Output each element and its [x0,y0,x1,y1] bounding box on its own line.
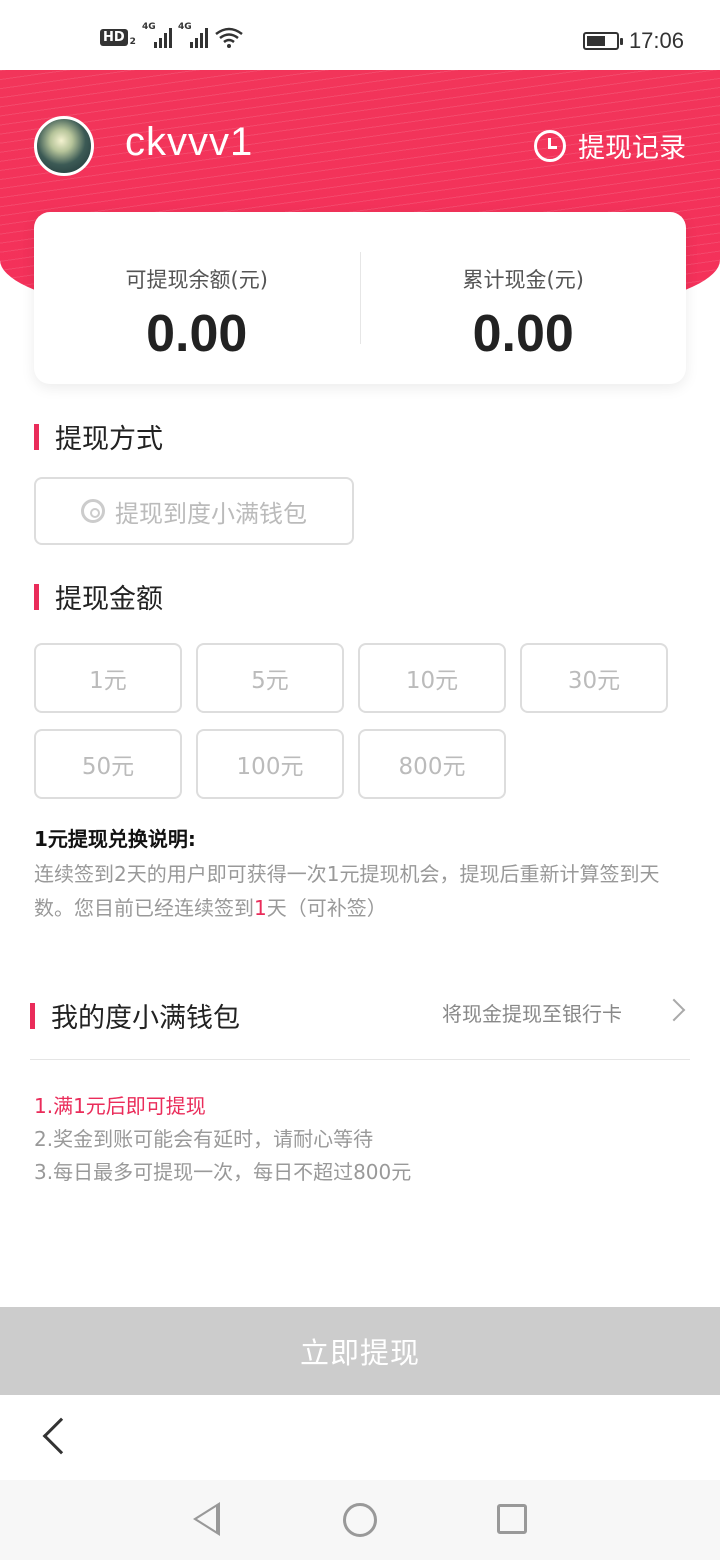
network-type-2: 4G [177,22,192,32]
total-cash: 累计现金(元) 0.00 [361,212,687,384]
clock-time: 17:06 [628,28,684,53]
withdraw-history-button[interactable]: 提现记录 [534,126,686,165]
wallet-row[interactable]: 我的度小满钱包 将现金提现至银行卡 [30,980,690,1060]
total-cash-value: 0.00 [472,305,574,363]
rule-item: 2.奖金到账可能会有延时，请耐心等待 [34,1127,374,1151]
nav-home-icon[interactable] [343,1503,377,1537]
method-title-text: 提现方式 [55,424,163,455]
section-accent-bar [34,423,39,450]
wallet-method-label: 提现到度小满钱包 [115,499,307,528]
withdraw-now-button[interactable]: 立即提现 [0,1307,720,1395]
clock-icon [534,129,566,162]
signal-icon: 4G [142,22,172,48]
username: ckvvv1 [125,120,254,164]
amount-option-10[interactable]: 10元 [358,643,506,713]
section-accent-bar [34,583,39,610]
amount-option-30[interactable]: 30元 [520,643,668,713]
withdrawable-label: 可提现余额(元) [125,268,268,292]
amount-option-5[interactable]: 5元 [196,643,344,713]
network-type-1: 4G [141,22,156,32]
system-nav-bar [0,1480,720,1560]
battery-icon [582,32,623,50]
amount-option-1[interactable]: 1元 [34,643,182,713]
network-indicators: HD 2 4G 4G [100,22,244,48]
back-arrow-icon[interactable] [42,1417,80,1455]
avatar[interactable] [34,116,94,176]
withdrawable-balance: 可提现余额(元) 0.00 [34,212,360,384]
chevron-right-icon [662,998,686,1022]
balance-card: 可提现余额(元) 0.00 累计现金(元) 0.00 [34,212,686,384]
amount-option-800[interactable]: 800元 [358,729,506,799]
status-right: 17:06 [582,28,684,54]
amount-option-100[interactable]: 100元 [196,729,344,799]
amount-option-50[interactable]: 50元 [34,729,182,799]
hd-sub: 2 [129,37,136,47]
wallet-logo-icon [81,499,105,523]
amount-section-title: 提现金额 [34,577,163,616]
method-section-title: 提现方式 [34,417,163,456]
amount-title-text: 提现金额 [55,584,163,615]
nav-back-icon[interactable] [193,1502,220,1536]
nav-recents-icon[interactable] [497,1504,527,1534]
wallet-section-title: 我的度小满钱包 [30,996,240,1035]
hd-badge: HD [100,28,128,46]
exchange-note-body: 连续签到2天的用户即可获得一次1元提现机会，提现后重新计算签到天数。您目前已经连… [34,857,694,925]
section-accent-bar [30,1002,35,1029]
wallet-title-text: 我的度小满钱包 [51,1003,240,1034]
signin-days: 1 [254,896,267,920]
signal-icon-2: 4G [178,22,208,48]
rule-item: 1.满1元后即可提现 [34,1094,206,1118]
exchange-note-title: 1元提现兑换说明: [34,827,196,851]
rules-list: 1.满1元后即可提现 2.奖金到账可能会有延时，请耐心等待 3.每日最多可提现一… [34,1090,411,1189]
wallet-hint: 将现金提现至银行卡 [442,1002,622,1026]
status-bar: HD 2 4G 4G 17:06 [0,0,720,70]
rule-item: 3.每日最多可提现一次，每日不超过800元 [34,1160,412,1184]
total-cash-label: 累计现金(元) [462,268,584,292]
wifi-icon [215,27,243,48]
wallet-method-option[interactable]: 提现到度小满钱包 [34,477,354,545]
withdraw-history-label: 提现记录 [578,133,686,164]
withdrawable-value: 0.00 [146,305,248,363]
note-suffix: 天（可补签） [266,896,387,920]
browser-toolbar [0,1395,720,1480]
